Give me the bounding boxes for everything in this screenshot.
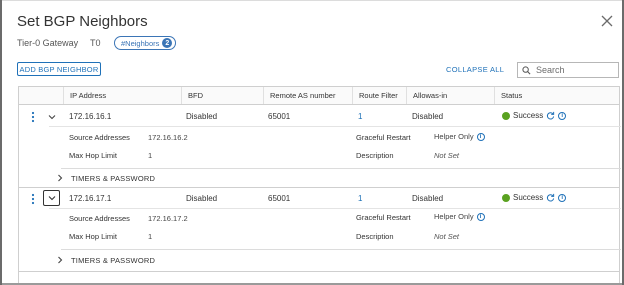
- search-input[interactable]: [536, 65, 606, 75]
- row2-bfd: Disabled: [186, 194, 218, 203]
- row1-section-divider: [61, 168, 621, 169]
- bgp-neighbors-grid: IP Address BFD Remote AS number Route Fi…: [18, 86, 621, 285]
- row1-graceful-value: Helper Only: [434, 132, 474, 141]
- row2-remote-as: 65001: [268, 194, 291, 203]
- row1-status: Success i: [502, 111, 567, 120]
- row2-graceful: Helper Only i: [434, 212, 485, 221]
- row1-source-label: Source Addresses: [69, 133, 130, 142]
- grid-header: IP Address BFD Remote AS number Route Fi…: [19, 87, 619, 105]
- row-divider: [19, 271, 619, 272]
- col-route-filter[interactable]: Route Filter: [352, 87, 406, 104]
- row1-allowas-in: Disabled: [412, 112, 444, 121]
- row-divider: [19, 187, 619, 188]
- col-bfd[interactable]: BFD: [181, 87, 263, 104]
- search-box[interactable]: [517, 62, 619, 78]
- row1-maxhop-label: Max Hop Limit: [69, 151, 117, 160]
- row1-graceful-label: Graceful Restart: [356, 133, 411, 142]
- refresh-icon[interactable]: [546, 111, 555, 120]
- refresh-icon[interactable]: [546, 193, 555, 202]
- dialog-title: Set BGP Neighbors: [17, 13, 148, 30]
- row2-section-divider: [61, 249, 621, 250]
- search-icon: [522, 65, 531, 74]
- row2-graceful-value: Helper Only: [434, 212, 474, 221]
- info-icon[interactable]: i: [558, 111, 567, 120]
- close-icon[interactable]: [600, 14, 614, 28]
- neighbors-badge-label: #Neighbors: [121, 38, 160, 48]
- row1-detail-divider: [49, 126, 621, 127]
- info-icon[interactable]: i: [476, 132, 485, 141]
- row2-status: Success i: [502, 193, 567, 202]
- row1-source-value: 172.16.16.2: [148, 133, 188, 142]
- chevron-down-icon: [48, 196, 55, 201]
- row1-desc-value: Not Set: [434, 151, 460, 160]
- col-allowas-in[interactable]: Allowas-in: [406, 87, 494, 104]
- row1-route-filter-link[interactable]: 1: [358, 112, 362, 121]
- row1-ip: 172.16.16.1: [69, 112, 112, 121]
- row2-source-label: Source Addresses: [69, 214, 130, 223]
- row1-timers-toggle[interactable]: TIMERS & PASSWORD: [71, 174, 155, 183]
- row2-detail-divider: [49, 208, 621, 209]
- gateway-label: Tier-0 Gateway: [17, 38, 79, 48]
- col-ip-address[interactable]: IP Address: [63, 87, 181, 104]
- row1-graceful: Helper Only i: [434, 132, 485, 141]
- left-edge: [0, 0, 2, 285]
- col-remote-as[interactable]: Remote AS number: [263, 87, 352, 104]
- neighbors-badge: #Neighbors 2: [114, 36, 177, 50]
- chevron-down-icon[interactable]: [48, 113, 56, 121]
- row2-maxhop-label: Max Hop Limit: [69, 232, 117, 241]
- row2-expand-toggle[interactable]: [43, 190, 60, 206]
- row1-status-text: Success: [513, 111, 544, 120]
- row2-source-value: 172.16.17.2: [148, 214, 188, 223]
- success-status-icon: [502, 193, 510, 202]
- kebab-menu-icon[interactable]: [31, 193, 35, 205]
- row2-maxhop-value: 1: [148, 232, 153, 241]
- row1-maxhop-value: 1: [148, 151, 153, 160]
- chevron-right-icon[interactable]: [56, 256, 64, 264]
- success-status-icon: [502, 111, 510, 120]
- row2-graceful-label: Graceful Restart: [356, 213, 411, 222]
- row2-timers-toggle[interactable]: TIMERS & PASSWORD: [71, 256, 155, 265]
- kebab-menu-icon[interactable]: [31, 111, 35, 123]
- chevron-right-icon[interactable]: [56, 174, 64, 182]
- row2-desc-value: Not Set: [434, 232, 460, 241]
- row1-remote-as: 65001: [268, 112, 291, 121]
- collapse-all-link[interactable]: COLLAPSE ALL: [446, 65, 504, 74]
- col-status[interactable]: Status: [494, 87, 620, 104]
- row1-desc-label: Description: [356, 151, 394, 160]
- row2-ip: 172.16.17.1: [69, 194, 112, 203]
- row1-bfd: Disabled: [186, 112, 218, 121]
- neighbors-badge-count: 2: [162, 38, 173, 48]
- row2-allowas-in: Disabled: [412, 194, 444, 203]
- row2-route-filter-link[interactable]: 1: [358, 194, 362, 203]
- gateway-value: T0: [90, 38, 101, 48]
- info-icon[interactable]: i: [476, 212, 485, 221]
- add-bgp-neighbor-button[interactable]: ADD BGP NEIGHBOR: [17, 62, 101, 76]
- row2-desc-label: Description: [356, 232, 394, 241]
- row2-status-text: Success: [513, 193, 544, 202]
- info-icon[interactable]: i: [558, 193, 567, 202]
